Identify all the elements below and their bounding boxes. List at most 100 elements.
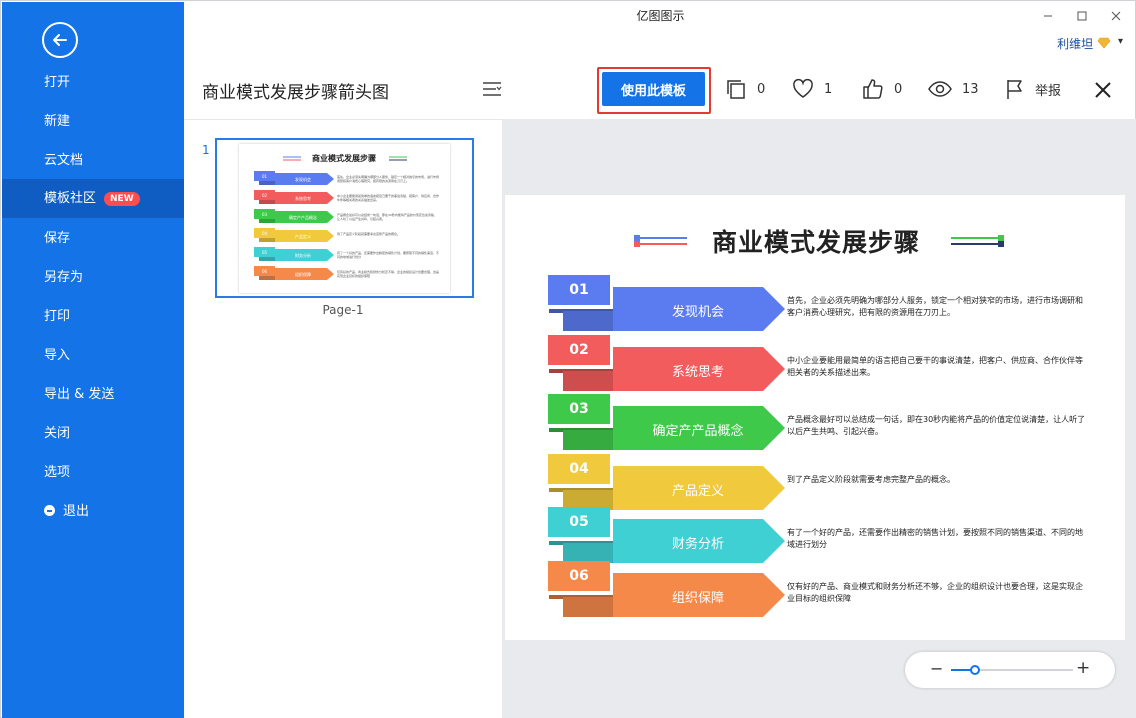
step-number: 05 (548, 507, 610, 537)
sidebar-item-import[interactable]: 导入 (2, 336, 184, 375)
sidebar-item-label: 保存 (44, 231, 71, 246)
sidebar-item-export-send[interactable]: 导出 & 发送 (2, 375, 184, 414)
sidebar-item-close[interactable]: 关闭 (2, 414, 184, 453)
thumbnail-graphic: 商业模式发展步骤01发现机会 首先，企业必须先明确为哪部分人服务，锁定一个相对狭窄… (254, 153, 439, 280)
duplicate-count[interactable]: 0 (725, 78, 765, 100)
list-menu-icon[interactable] (482, 80, 502, 98)
step-label: 财务分析 (671, 537, 724, 552)
sidebar-item-label: 退出 (63, 504, 90, 519)
maximize-icon[interactable] (1071, 5, 1093, 27)
thumbnail-step-tail (259, 257, 275, 261)
step-description: 有了一个好的产品，还需要作出精密的销售计划，要按照不同的销售渠道、不同的地域进行… (787, 528, 1083, 549)
step-label: 组织保障 (671, 591, 724, 606)
zoom-in-button[interactable]: + (1076, 658, 1090, 678)
template-title: 商业模式发展步骤箭头图 (202, 83, 389, 103)
title-deco-dot (998, 241, 1004, 247)
step-label: 系统思考 (671, 365, 724, 380)
sidebar-item-save-as[interactable]: 另存为 (2, 258, 184, 297)
view-count-value: 13 (962, 81, 979, 97)
duplicate-count-value: 0 (757, 81, 766, 97)
sidebar-item-cloud-docs[interactable]: 云文档 (2, 141, 184, 180)
thumbnail-step-label: 发现机会 (295, 176, 311, 182)
step-description: 中小企业要能用最简单的语言把自己要干的事说清楚，把客户、供应商、合作伙伴等相关者… (787, 356, 1083, 377)
exit-icon (44, 505, 55, 516)
sidebar-item-exit[interactable]: 退出 (2, 492, 184, 531)
zoom-out-button[interactable]: − (930, 659, 943, 678)
step-number: 01 (548, 275, 610, 305)
step-number: 04 (548, 454, 610, 484)
back-arrow-icon[interactable] (42, 22, 78, 58)
sidebar-item-label: 选项 (44, 465, 71, 480)
thumbs-up-count[interactable]: 0 (862, 78, 902, 100)
step-arrow-tail (563, 597, 613, 617)
thumbnail-step-number: 01 (262, 174, 268, 179)
step-arrow-tail (563, 311, 613, 331)
title-deco-dot (634, 241, 640, 247)
view-count: 13 (928, 78, 979, 100)
sidebar-item-template-community[interactable]: 模板社区 NEW (2, 179, 184, 218)
sidebar-item-save[interactable]: 保存 (2, 219, 184, 258)
step-description: 到了产品定义阶段就需要考虑完整产品的概念。 (787, 475, 955, 484)
thumbnail-step-tail (259, 181, 275, 185)
window-title: 亿图图示 (636, 9, 685, 23)
step-description: 产品概念最好可以总结成一句话，即在30秒内能将产品的价值定位说清楚，让人听了以后… (787, 415, 1086, 436)
step-number: 03 (548, 394, 610, 424)
flag-icon (1007, 80, 1022, 99)
sidebar-item-label: 打印 (44, 309, 71, 324)
sidebar-item-label: 导入 (44, 348, 71, 363)
thumbs-up-count-value: 0 (894, 81, 903, 97)
user-name[interactable]: 利维坦 (1057, 35, 1111, 52)
infographic-title: 商业模式发展步骤 (712, 228, 921, 257)
sidebar-item-open[interactable]: 打开 (2, 63, 184, 102)
thumbnail-step-number: 06 (262, 269, 268, 274)
zoom-slider-handle[interactable] (970, 665, 981, 675)
user-menu-caret-icon[interactable]: ▾ (1118, 36, 1123, 47)
thumbnail-step-label: 确定产产品概念 (289, 214, 317, 220)
sidebar-item-print[interactable]: 打印 (2, 297, 184, 336)
thumbnail-step-label: 组织保障 (295, 271, 311, 277)
sidebar-item-label: 打开 (44, 75, 71, 90)
thumbnail-step-desc: 到了产品定义阶段就需要考虑完整产品的概念。 (337, 231, 400, 236)
title-deco-dot (634, 235, 640, 241)
title-deco-dot (998, 235, 1004, 241)
step-arrow-tail (563, 430, 613, 450)
zoom-control: − + (905, 652, 1115, 688)
thumbnail-step-desc: 伙伴等相关者的关系描述出来。 (337, 197, 379, 202)
use-template-button[interactable]: 使用此模板 (602, 72, 705, 106)
sidebar-item-label: 模板社区 (44, 191, 97, 206)
app-window: 打开 新建 云文档 模板社区 NEW 保存 另存为 打印 导入 导出 & 发送 关… (0, 0, 1136, 718)
sidebar-item-new[interactable]: 新建 (2, 102, 184, 141)
thumbnail-step-label: 财务分析 (295, 252, 311, 258)
thumbnail-step-desc: 实现企业目标的组织保障 (337, 273, 370, 278)
user-name-label: 利维坦 (1057, 37, 1094, 51)
step-arrow-tail (563, 543, 613, 563)
sidebar-item-label: 导出 & 发送 (44, 387, 115, 402)
window-close-icon[interactable] (1105, 5, 1127, 27)
thumbnail-step-number: 03 (262, 212, 268, 217)
sidebar-item-options[interactable]: 选项 (2, 453, 184, 492)
thumbnail-step-number: 04 (262, 231, 268, 236)
thumbnail-title: 商业模式发展步骤 (312, 153, 376, 163)
thumbnail-label: Page-1 (322, 303, 364, 317)
step-arrow-tail (563, 371, 613, 391)
sidebar-item-label: 关闭 (44, 426, 71, 441)
copy-icon (727, 80, 745, 99)
thumbnail-step-desc: 同的地域进行划分 (337, 254, 361, 259)
sidebar-item-label: 云文档 (44, 153, 84, 168)
sidebar: 打开 新建 云文档 模板社区 NEW 保存 另存为 打印 导入 导出 & 发送 关… (2, 2, 184, 718)
report-label: 举报 (1035, 83, 1062, 99)
report-button[interactable]: 举报 (1005, 78, 1061, 100)
new-badge: NEW (104, 191, 140, 206)
thumbnail-step-desc: 让人听了以后产生共鸣、引起兴奋。 (337, 216, 385, 221)
step-description: 仅有好的产品、商业模式和财务分析还不够，企业的组织设计也要合理，这是实现企业目标… (787, 582, 1083, 603)
thumbnail-step-tail (259, 200, 275, 204)
heart-icon (793, 78, 813, 98)
close-preview-icon[interactable] (1093, 80, 1113, 100)
like-count-value: 1 (824, 81, 833, 97)
thumbnail-step-tail (259, 238, 275, 242)
minimize-icon[interactable] (1037, 5, 1059, 27)
vip-diamond-icon (1097, 37, 1111, 49)
thumbnail-step-number: 02 (262, 193, 268, 198)
like-count[interactable]: 1 (792, 78, 832, 100)
thumbnail-preview: 商业模式发展步骤 01 发现机会 首先，企业必须先明确为哪部分人服务，锁定一个相对狭窄… (239, 144, 450, 293)
